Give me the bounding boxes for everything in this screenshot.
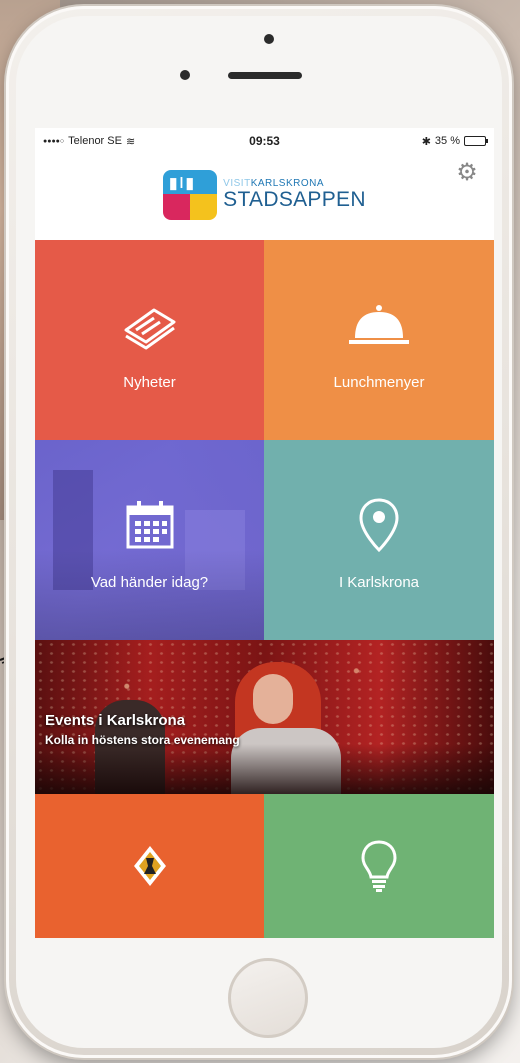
home-button[interactable] (228, 958, 308, 1038)
tile-i-karlskrona[interactable]: I Karlskrona (264, 440, 494, 640)
app-header: ▮ǀ▮ VISITKARLSKRONA STADSAPPEN ⚙ (35, 154, 494, 240)
battery-icon (463, 136, 488, 146)
proximity-sensor (180, 70, 190, 80)
gear-icon[interactable]: ⚙ (454, 160, 480, 186)
tile-label: Nyheter (123, 373, 176, 391)
app-screen: ●●●●○ Telenor SE ≋ 09:53 ✱ 35 % ▮ǀ▮ VISI… (35, 128, 494, 938)
status-bar: ●●●●○ Telenor SE ≋ 09:53 ✱ 35 % (35, 128, 494, 154)
status-right: ✱ 35 % (336, 135, 488, 148)
logo-mark: ▮ǀ▮ (163, 170, 218, 220)
banner-title: Events i Karlskrona (45, 712, 186, 729)
logo-title: STADSAPPEN (223, 188, 366, 212)
lightbulb-icon (344, 831, 414, 901)
logo-text: VISITKARLSKRONA STADSAPPEN (223, 177, 366, 212)
banner-text: Events i Karlskrona Kolla in höstens sto… (45, 712, 240, 747)
logo-city: KARLSKRONA (250, 177, 325, 189)
logo-glyph: ▮ǀ▮ (169, 175, 196, 192)
coat-of-arms-icon (115, 831, 185, 901)
app-logo: ▮ǀ▮ VISITKARLSKRONA STADSAPPEN (163, 170, 366, 220)
tile-nyheter[interactable]: Nyheter (35, 240, 264, 440)
earpiece-speaker (228, 72, 302, 79)
status-left: ●●●●○ Telenor SE ≋ (43, 135, 193, 148)
tile-lunchmenyer[interactable]: Lunchmenyer (264, 240, 494, 440)
bluetooth-icon: ✱ (421, 135, 431, 148)
logo-visit: VISIT (223, 177, 251, 189)
tile-vad-hander-idag[interactable]: Vad händer idag? (35, 440, 264, 640)
cloche-icon (344, 290, 414, 360)
tile-grid: Nyheter Lunchmenyer Vad händer idag? I K… (35, 240, 494, 938)
newspaper-icon (115, 290, 185, 360)
clock: 09:53 (249, 134, 280, 148)
wifi-icon: ≋ (125, 135, 136, 148)
banner-subtitle: Kolla in höstens stora evenemang (45, 733, 240, 747)
tile-label: Lunchmenyer (333, 373, 425, 391)
calendar-icon (115, 490, 185, 560)
events-banner[interactable]: Events i Karlskrona Kolla in höstens sto… (35, 640, 494, 794)
carrier-name: Telenor SE (68, 135, 122, 147)
tile-coat-of-arms[interactable] (35, 794, 264, 938)
tile-lightbulb[interactable] (264, 794, 494, 938)
tile-label: Vad händer idag? (90, 573, 209, 591)
signal-strength-icon: ●●●●○ (43, 137, 65, 145)
front-camera (264, 34, 274, 44)
location-pin-icon (344, 490, 414, 560)
tile-label: I Karlskrona (338, 573, 420, 591)
battery-percent: 35 % (434, 135, 460, 147)
